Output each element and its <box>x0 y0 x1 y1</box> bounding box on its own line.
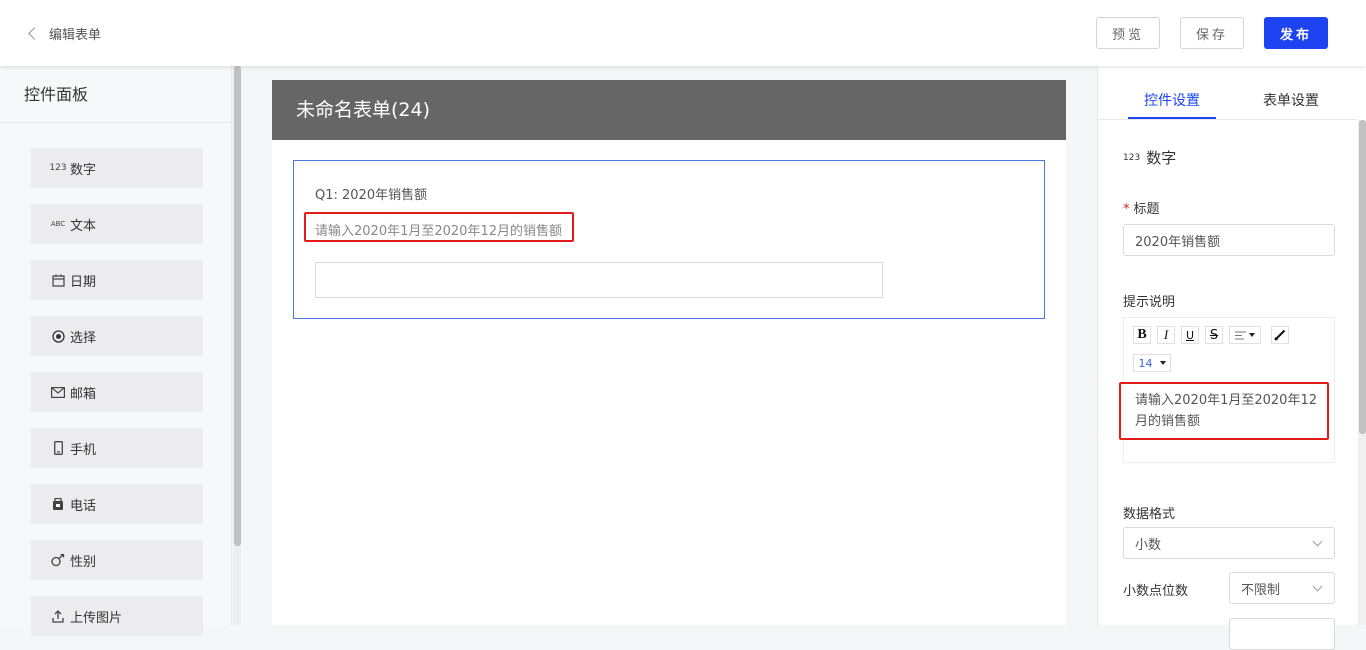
chevron-down-icon <box>1312 581 1323 592</box>
chevron-left-icon <box>28 26 41 40</box>
control-item-label: 邮箱 <box>70 386 97 402</box>
control-item-label: 上传图片 <box>70 610 123 626</box>
mail-icon <box>51 386 65 398</box>
chevron-down-icon <box>1159 361 1166 365</box>
gender-icon <box>51 553 65 567</box>
bold-button[interactable]: B <box>1133 326 1151 344</box>
question-answer-input[interactable] <box>315 262 883 298</box>
top-bar: 编辑表单 预览 保存 发布 <box>0 0 1366 66</box>
scrollbar-thumb[interactable] <box>1359 120 1366 434</box>
tab-control-settings[interactable]: 控件设置 <box>1144 90 1200 110</box>
control-item-label: 电话 <box>70 498 97 514</box>
title-label-text: 标题 <box>1133 202 1160 217</box>
control-panel: 控件面板 123 数字 ABC 文本 日期 选择 邮箱 手机 电话 性别 上传图… <box>0 66 232 636</box>
number-123-icon: 123 <box>1123 152 1141 163</box>
calendar-icon <box>51 274 65 287</box>
control-item-gender[interactable]: 性别 <box>31 540 203 580</box>
control-item-text[interactable]: ABC 文本 <box>31 204 203 244</box>
tab-form-settings[interactable]: 表单设置 <box>1263 90 1319 110</box>
color-brush-button[interactable] <box>1271 326 1289 344</box>
question-card[interactable]: Q1: 2020年销售额 请输入2020年1月至2020年12月的销售额 <box>293 160 1045 319</box>
control-item-upload-image[interactable]: 上传图片 <box>31 596 203 636</box>
control-item-select[interactable]: 选择 <box>31 316 203 356</box>
align-left-icon <box>1235 331 1246 339</box>
form-canvas: 未命名表单(24) Q1: 2020年销售额 请输入2020年1月至2020年1… <box>242 66 1097 625</box>
font-size-value: 14 <box>1138 356 1153 370</box>
control-panel-title: 控件面板 <box>0 66 231 123</box>
strikethrough-button[interactable]: S <box>1205 326 1223 344</box>
italic-button[interactable]: I <box>1157 326 1175 344</box>
save-button[interactable]: 保存 <box>1180 17 1244 49</box>
number-123-icon: 123 <box>49 163 67 173</box>
mobile-phone-icon <box>51 441 65 455</box>
hint-field-label: 提示说明 <box>1123 295 1176 310</box>
back-label: 编辑表单 <box>49 27 102 43</box>
next-setting-select[interactable] <box>1229 618 1335 650</box>
control-type: 123 数字 <box>1123 147 1176 168</box>
chevron-down-icon <box>1312 536 1323 547</box>
decimal-places-select[interactable]: 不限制 <box>1229 572 1335 604</box>
scrollbar-thumb[interactable] <box>234 66 241 546</box>
highlight-box <box>304 212 574 242</box>
form-title[interactable]: 未命名表单(24) <box>272 80 1066 140</box>
title-field-label: * 标题 <box>1123 198 1160 217</box>
control-item-mobile[interactable]: 手机 <box>31 428 203 468</box>
control-item-email[interactable]: 邮箱 <box>31 372 203 412</box>
telephone-icon <box>51 497 65 511</box>
control-item-label: 数字 <box>70 162 97 178</box>
decimal-places-label: 小数点位数 <box>1123 584 1189 599</box>
control-item-label: 文本 <box>70 218 97 234</box>
publish-button[interactable]: 发布 <box>1264 17 1328 49</box>
data-format-label: 数据格式 <box>1123 507 1176 522</box>
back-button[interactable]: 编辑表单 <box>26 22 101 44</box>
right-panel-scrollbar[interactable] <box>1358 120 1366 625</box>
data-format-value: 小数 <box>1135 537 1162 553</box>
control-item-label: 日期 <box>70 274 97 290</box>
control-item-label: 选择 <box>70 330 97 346</box>
preview-button[interactable]: 预览 <box>1096 17 1160 49</box>
brush-icon <box>1274 329 1286 341</box>
highlight-box <box>1119 382 1329 440</box>
control-item-label: 手机 <box>70 442 97 458</box>
settings-tabs: 控件设置 表单设置 <box>1098 66 1357 120</box>
align-dropdown[interactable] <box>1229 326 1261 344</box>
text-abc-icon: ABC <box>50 220 66 228</box>
title-input[interactable]: 2020年销售额 <box>1123 224 1335 256</box>
radio-icon <box>51 329 65 343</box>
active-tab-indicator <box>1128 117 1216 119</box>
required-asterisk: * <box>1123 202 1130 217</box>
decimal-places-value: 不限制 <box>1241 582 1281 598</box>
control-type-label: 数字 <box>1146 149 1177 167</box>
data-format-select[interactable]: 小数 <box>1123 527 1335 559</box>
control-item-date[interactable]: 日期 <box>31 260 203 300</box>
form-body: Q1: 2020年销售额 请输入2020年1月至2020年12月的销售额 <box>272 140 1066 625</box>
question-title: Q1: 2020年销售额 <box>315 188 428 203</box>
chevron-down-icon <box>1249 333 1255 337</box>
control-item-number[interactable]: 123 数字 <box>31 148 203 188</box>
control-item-telephone[interactable]: 电话 <box>31 484 203 524</box>
font-size-dropdown[interactable]: 14 <box>1133 354 1171 372</box>
settings-panel: 控件设置 表单设置 123 数字 * 标题 2020年销售额 提示说明 B I U… <box>1097 66 1366 650</box>
left-panel-scrollbar[interactable] <box>233 66 241 625</box>
underline-button[interactable]: U <box>1181 326 1199 344</box>
upload-icon <box>51 609 65 623</box>
control-item-label: 性别 <box>70 554 97 570</box>
